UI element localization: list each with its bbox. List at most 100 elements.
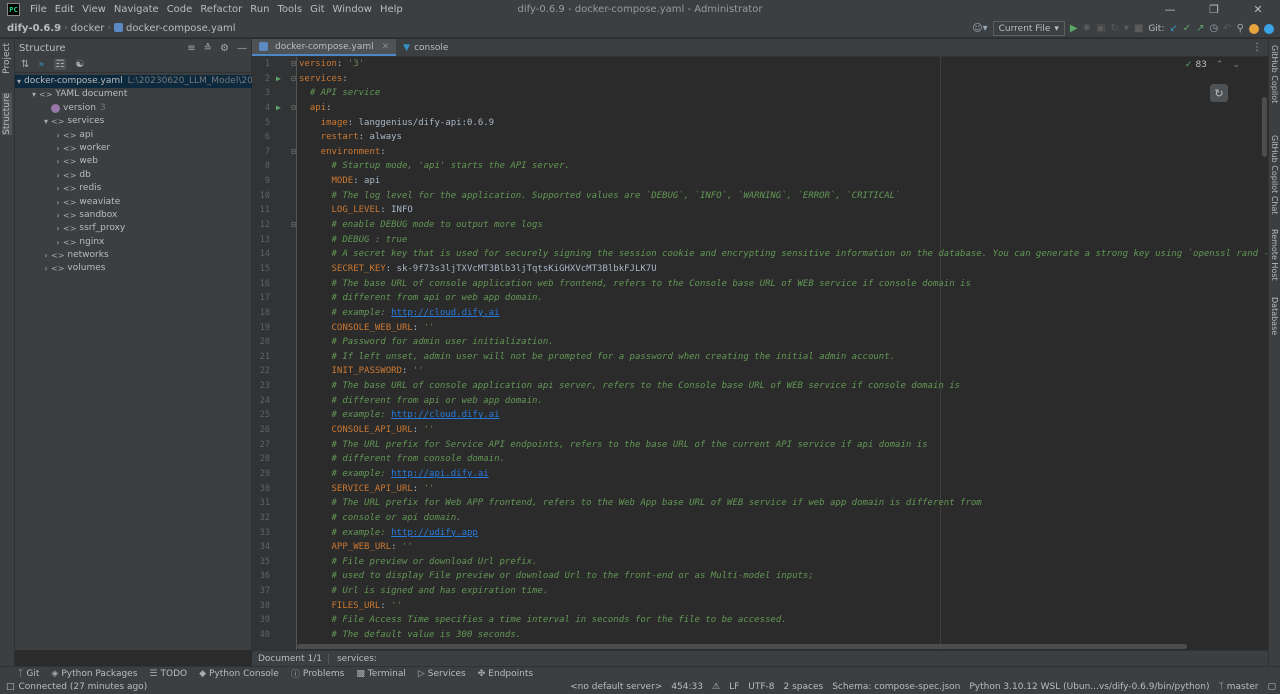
menu-help[interactable]: Help [376, 0, 407, 19]
git-update-icon[interactable]: ↙ [1169, 23, 1177, 34]
tab-docker-compose[interactable]: docker-compose.yaml ✕ [252, 39, 397, 56]
tab-console[interactable]: ▼ console [396, 39, 455, 56]
code-line[interactable]: 4 ▶ ⊟ api: [252, 101, 1268, 116]
code-line[interactable]: 28 # different from console domain. [252, 452, 1268, 467]
code-line[interactable]: 26 CONSOLE_API_URL: '' [252, 423, 1268, 438]
code-line[interactable]: 29 # example: http://api.dify.ai [252, 467, 1268, 482]
chevron-right-icon[interactable]: › [41, 262, 51, 275]
tree-item-web[interactable]: › <> web [15, 155, 252, 168]
json-schema[interactable]: Schema: compose-spec.json [832, 682, 960, 692]
code-line[interactable]: 25 # example: http://cloud.dify.ai [252, 408, 1268, 423]
tool-window-services[interactable]: ▷ Services [418, 669, 466, 679]
code-token[interactable]: http://udify.app [391, 528, 478, 538]
breadcrumb-file[interactable]: docker-compose.yaml [111, 22, 239, 34]
code-line[interactable]: 32 # console or api domain. [252, 511, 1268, 526]
code-line[interactable]: 6 restart: always [252, 130, 1268, 145]
chevron-right-icon[interactable]: › [53, 209, 63, 222]
menu-refactor[interactable]: Refactor [196, 0, 246, 19]
chevron-down-icon[interactable]: ▾ [17, 75, 21, 88]
sort-icon[interactable]: ⇅ [21, 59, 29, 70]
hide-panel-icon[interactable]: — [237, 43, 247, 54]
chevron-up-icon[interactable]: ⌃ [1216, 60, 1224, 70]
chevron-down-icon[interactable]: ▾ [41, 115, 51, 128]
python-interpreter[interactable]: Python 3.10.12 WSL (Ubun...vs/dify-0.6.9… [969, 682, 1209, 692]
code-line[interactable]: 40 # The default value is 300 seconds. [252, 628, 1268, 643]
database-tab[interactable]: Database [1270, 297, 1279, 335]
tree-item-ssrf-proxy[interactable]: › <> ssrf_proxy [15, 222, 252, 235]
tree-item-file[interactable]: ▾ docker-compose.yaml L:\20230620_LLM_Mo… [15, 75, 264, 89]
code-token[interactable]: http://cloud.dify.ai [391, 410, 499, 420]
caret-position[interactable]: 454:33 [671, 682, 703, 692]
code-line[interactable]: 33 # example: http://udify.app [252, 526, 1268, 541]
jetbrains-logo-icon[interactable] [1264, 23, 1274, 34]
file-encoding[interactable]: UTF-8 [748, 682, 774, 692]
minimize-button[interactable]: — [1148, 0, 1192, 19]
reload-icon[interactable]: ↻ [1210, 84, 1228, 102]
menu-window[interactable]: Window [329, 0, 376, 19]
document-selector[interactable]: Document 1/1 [252, 653, 329, 664]
tree-item-volumes[interactable]: › <> volumes [15, 262, 252, 275]
code-line[interactable]: 12 ⊟ # enable DEBUG mode to output more l… [252, 218, 1268, 233]
tool-window-todo[interactable]: ☰ TODO [149, 669, 187, 679]
debug-icon[interactable]: ✹ [1083, 23, 1091, 34]
scrollbar-thumb[interactable] [1262, 97, 1267, 157]
menu-git[interactable]: Git [306, 0, 328, 19]
code-line[interactable]: 10 # The log level for the application. … [252, 189, 1268, 204]
menu-run[interactable]: Run [246, 0, 273, 19]
run-gutter-icon[interactable]: ▶ [276, 72, 281, 87]
status-square-icon[interactable]: □ [6, 682, 15, 692]
more-run-icon[interactable]: ▾ [1124, 23, 1129, 34]
menu-code[interactable]: Code [163, 0, 197, 19]
code-line[interactable]: 21 # If left unset, admin user will not … [252, 350, 1268, 365]
code-line[interactable]: 3 # API service [252, 86, 1268, 101]
gear-icon[interactable]: ⚙ [220, 43, 229, 54]
chevron-right-icon[interactable]: › [53, 236, 63, 249]
chevron-right-icon[interactable]: › [53, 196, 63, 209]
code-line[interactable]: 24 # different from api or web app domai… [252, 394, 1268, 409]
fold-icon[interactable]: ⊟ [291, 218, 296, 233]
github-copilot-chat-tab[interactable]: GitHub Copilot Chat [1270, 135, 1279, 215]
status-message[interactable]: Connected (27 minutes ago) [19, 682, 148, 692]
line-separator[interactable]: LF [729, 682, 739, 692]
github-copilot-tab[interactable]: GitHub Copilot [1270, 45, 1279, 103]
filter-icon[interactable]: ☶ [53, 59, 67, 70]
more-tabs-icon[interactable]: ⋮ [1252, 39, 1262, 57]
history-icon[interactable]: ◷ [1210, 23, 1219, 34]
code-line[interactable]: 27 # The URL prefix for Service API endp… [252, 438, 1268, 453]
tree-item-yaml-document[interactable]: ▾ <> YAML document [15, 88, 252, 101]
code-editor[interactable]: 1 ⊟ version: '3' 2 ▶ ⊟ services: 3 # API servic… [252, 57, 1268, 650]
git-push-icon[interactable]: ↗ [1196, 23, 1204, 34]
user-icon[interactable]: ☺▾ [972, 23, 987, 34]
chevron-right-icon[interactable]: › [41, 249, 51, 262]
code-line[interactable]: 20 # Password for admin user initializat… [252, 335, 1268, 350]
breadcrumb-folder[interactable]: docker [68, 23, 108, 34]
code-line[interactable]: 13 # DEBUG : true [252, 233, 1268, 248]
code-line[interactable]: 2 ▶ ⊟ services: [252, 72, 1268, 87]
code-line[interactable]: 35 # File preview or download Url prefix… [252, 555, 1268, 570]
chevron-right-icon[interactable]: › [53, 129, 63, 142]
tree-item-sandbox[interactable]: › <> sandbox [15, 209, 252, 222]
pin-icon[interactable]: ☯ [75, 59, 84, 70]
code-line[interactable]: 23 # The base URL of console application… [252, 379, 1268, 394]
rollback-icon[interactable]: ↶ [1223, 23, 1231, 34]
code-line[interactable]: 15 SECRET_KEY: sk-9f73s3ljTXVcMT3Blb3ljT… [252, 262, 1268, 277]
tool-window-terminal[interactable]: ▩ Terminal [356, 669, 406, 679]
code-token[interactable]: http://cloud.dify.ai [391, 308, 499, 318]
tree-item-version[interactable]: version 3 [15, 102, 252, 115]
tree-item-weaviate[interactable]: › <> weaviate [15, 196, 252, 209]
code-line[interactable]: 31 # The URL prefix for Web APP frontend… [252, 496, 1268, 511]
tool-window-python-packages[interactable]: ◈ Python Packages [51, 669, 137, 679]
code-line[interactable]: 30 SERVICE_API_URL: '' [252, 482, 1268, 497]
run-icon[interactable]: ▶ [1070, 23, 1078, 34]
maximize-button[interactable]: ❐ [1192, 0, 1236, 19]
stop-icon[interactable]: ■ [1134, 23, 1143, 34]
tree-item-networks[interactable]: › <> networks [15, 249, 252, 262]
code-line[interactable]: 1 ⊟ version: '3' [252, 57, 1268, 72]
profile-icon[interactable]: ↻ [1110, 23, 1118, 34]
code-line[interactable]: 7 ⊟ environment: [252, 145, 1268, 160]
indent-setting[interactable]: 2 spaces [784, 682, 824, 692]
deployment-server[interactable]: <no default server> [570, 682, 662, 692]
code-line[interactable]: 22 INIT_PASSWORD: '' [252, 364, 1268, 379]
code-line[interactable]: 18 # example: http://cloud.dify.ai [252, 306, 1268, 321]
warning-icon[interactable]: ⚠ [712, 682, 720, 692]
